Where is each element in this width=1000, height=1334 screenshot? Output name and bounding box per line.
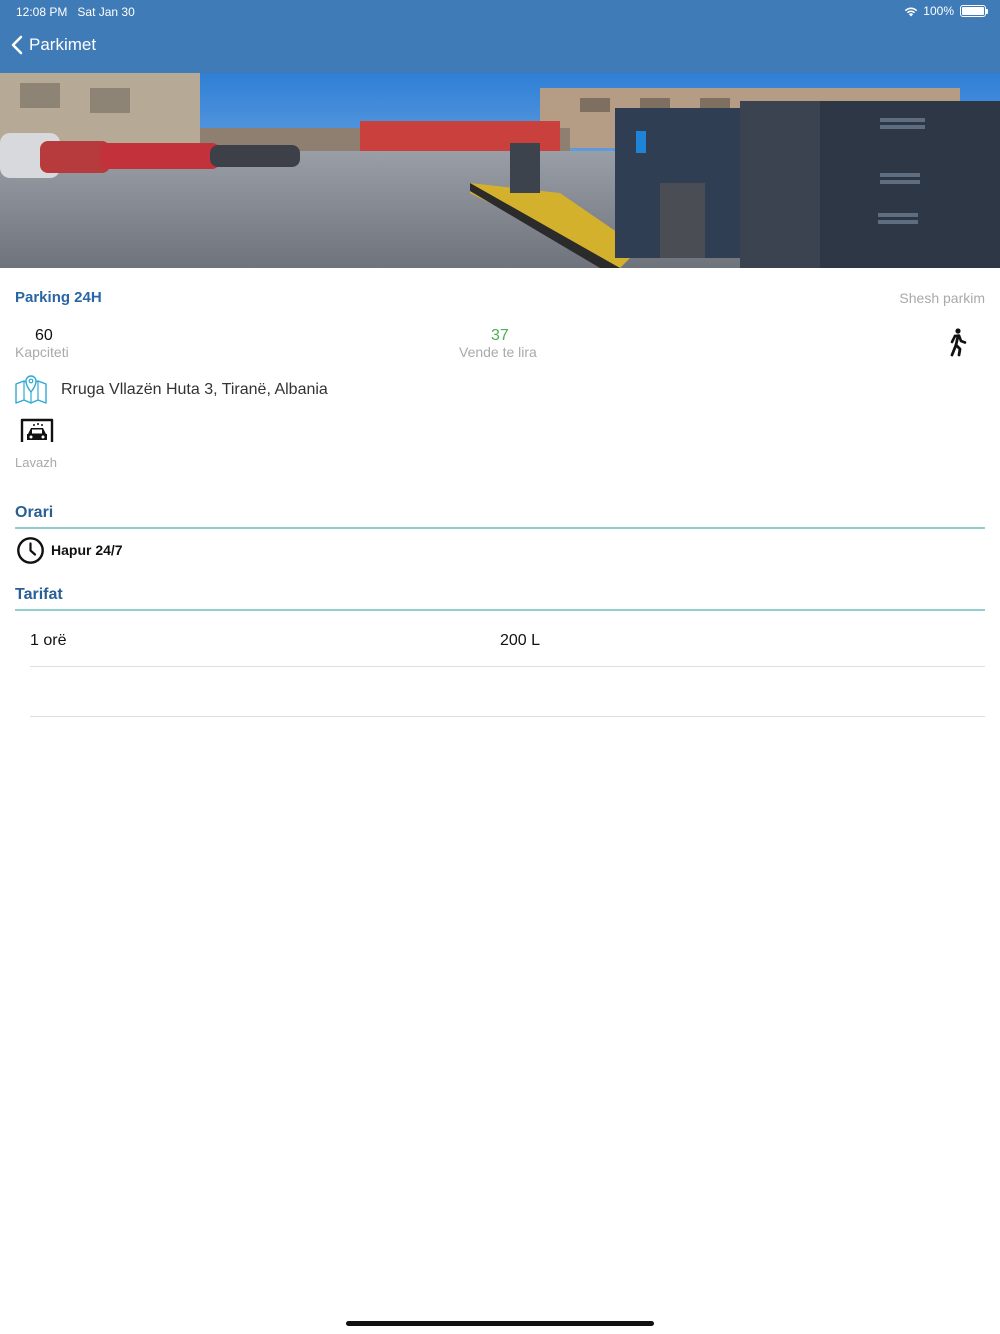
clock-icon <box>17 537 44 564</box>
car-wash-icon <box>20 418 54 442</box>
battery-percent: 100% <box>923 4 954 18</box>
tariffs-title: Tarifat <box>15 586 63 603</box>
tariff-row <box>30 667 985 717</box>
map-pin-icon <box>15 375 47 404</box>
status-time: 12:08 PM <box>16 5 68 19</box>
chevron-left-icon <box>11 35 23 55</box>
status-date: Sat Jan 30 <box>77 5 135 19</box>
battery-icon <box>960 5 988 17</box>
parking-address[interactable]: Rruga Vllazën Huta 3, Tiranë, Albania <box>61 381 328 399</box>
tariffs-divider <box>15 609 985 611</box>
free-spots-value: 37 <box>491 327 509 344</box>
schedule-title: Orari <box>15 504 54 521</box>
tariff-duration: 1 orë <box>30 632 67 649</box>
schedule-divider <box>15 527 985 529</box>
navigation-bar: 12:08 PM Sat Jan 30 100% Parkimet <box>0 0 1000 73</box>
tariff-row: 1 orë 200 L <box>30 617 985 667</box>
capacity-label: Kapciteti <box>15 344 69 360</box>
tariff-price: 200 L <box>500 632 541 649</box>
capacity-value: 60 <box>35 327 53 344</box>
back-label: Parkimet <box>29 35 97 54</box>
home-indicator[interactable] <box>346 1321 654 1326</box>
parking-photo <box>0 73 1000 268</box>
parking-type: Shesh parkim <box>899 290 985 306</box>
free-spots-label: Vende te lira <box>459 344 537 360</box>
back-button[interactable]: Parkimet <box>10 35 96 55</box>
status-bar-time: 12:08 PM Sat Jan 30 <box>16 5 135 19</box>
service-label: Lavazh <box>15 455 57 470</box>
wifi-icon <box>905 7 918 17</box>
opening-hours: Hapur 24/7 <box>51 542 123 558</box>
status-bar-right: 100% <box>903 4 988 18</box>
walking-person-icon[interactable] <box>944 327 968 357</box>
parking-name: Parking 24H <box>15 289 102 306</box>
